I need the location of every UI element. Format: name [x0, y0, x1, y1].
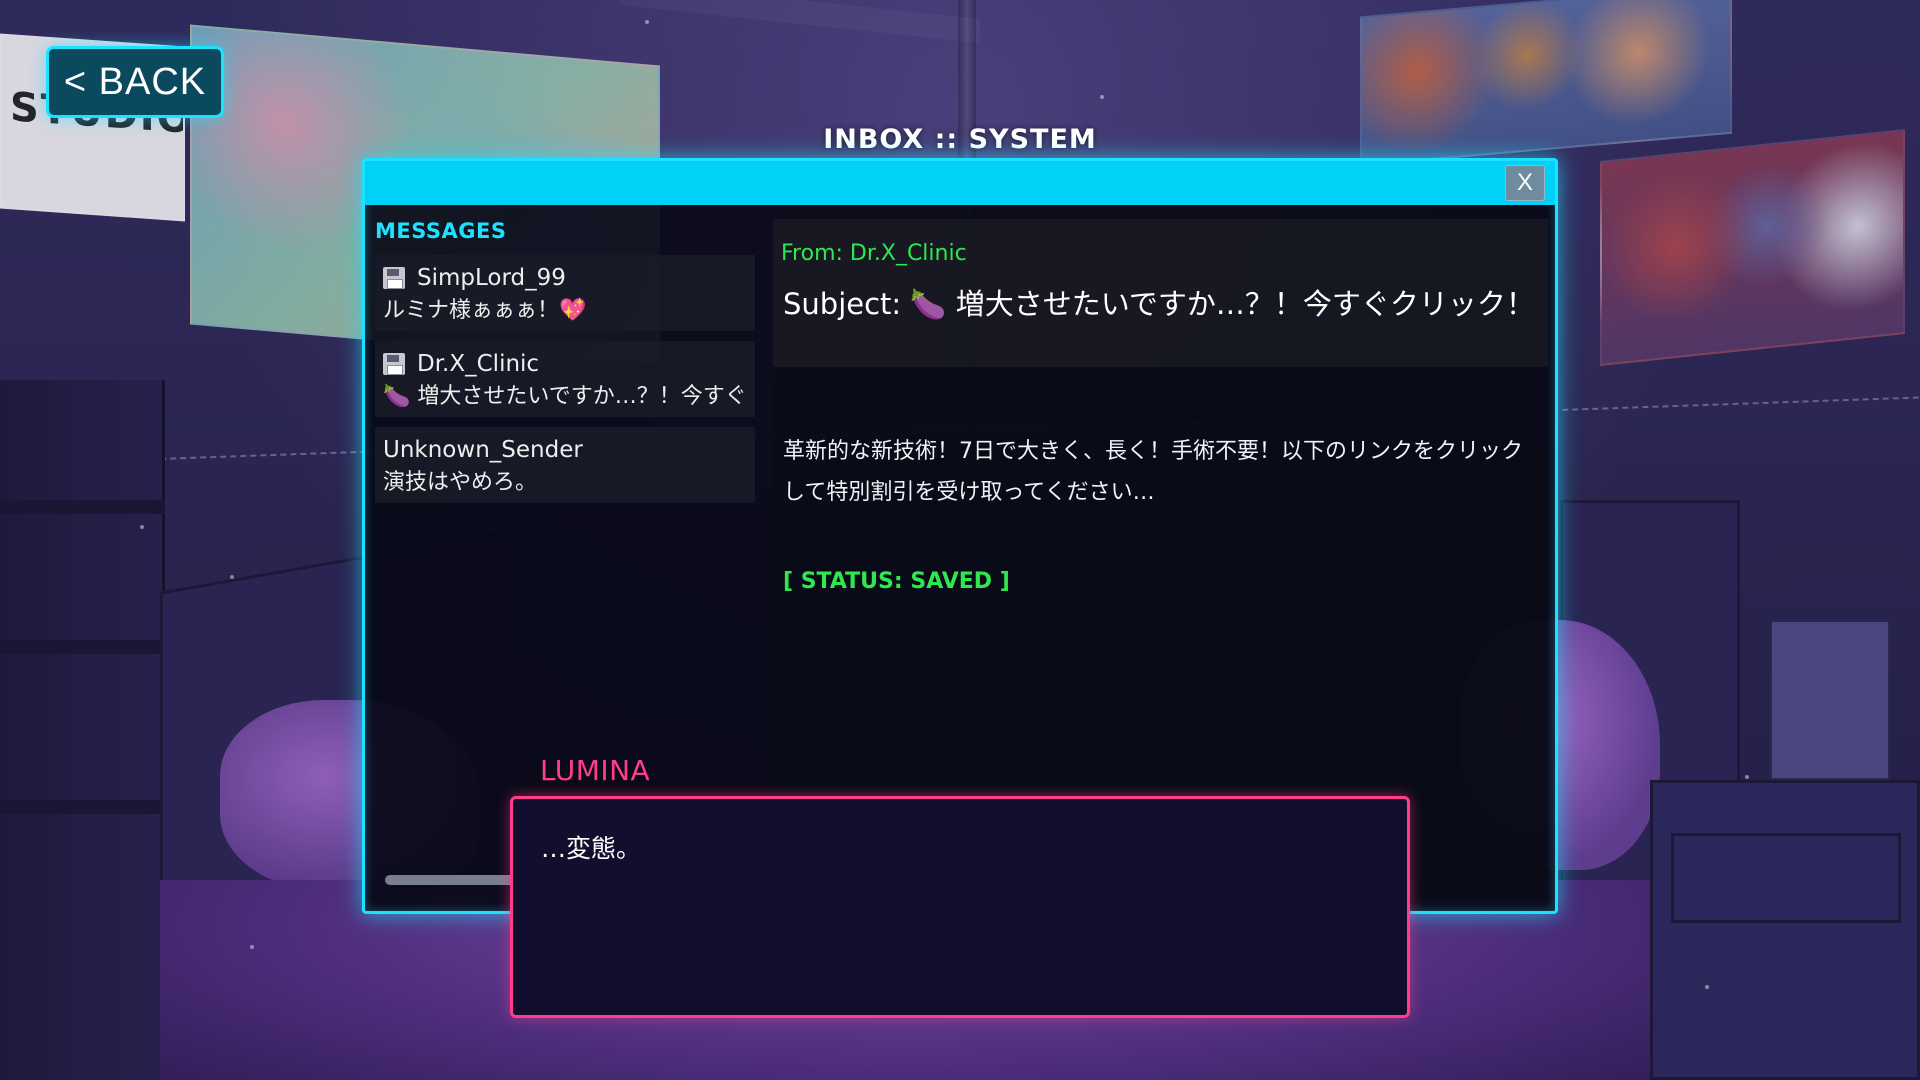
dialogue-text: …変態。 — [541, 834, 642, 863]
love-poster — [1600, 128, 1905, 367]
window-title-bar: X — [365, 161, 1555, 205]
message-header: From: Dr.X_Clinic Subject: 🍆 増大させたいですか…？… — [773, 219, 1548, 367]
bookshelf — [0, 380, 165, 1080]
ceiling-edge — [620, 0, 980, 43]
message-from: From: Dr.X_Clinic — [781, 241, 967, 266]
message-sender: Unknown_Sender — [383, 437, 583, 463]
message-item-drx-clinic[interactable]: Dr.X_Clinic 🍆 増大させたいですか…？！今すぐク — [375, 341, 755, 417]
save-icon — [383, 267, 405, 289]
message-preview: 演技はやめろ。 — [383, 470, 538, 495]
message-item-unknown-sender[interactable]: Unknown_Sender 演技はやめろ。 — [375, 427, 755, 503]
message-body: 革新的な新技術！7日で大きく、長く！手術不要！以下のリンクをクリックして特別割引… — [783, 439, 1523, 505]
close-button[interactable]: X — [1505, 165, 1545, 201]
save-icon — [383, 353, 405, 375]
message-preview: ルミナ様ぁぁぁ！💖 — [383, 298, 587, 323]
nightstand — [1650, 780, 1920, 1080]
window-title: INBOX :: SYSTEM — [823, 124, 1097, 155]
message-subject: Subject: 🍆 増大させたいですか…？！今すぐクリック！ — [783, 287, 1535, 321]
dialogue-box[interactable]: …変態。 — [510, 796, 1410, 1018]
message-preview: 🍆 増大させたいですか…？！今すぐク — [383, 384, 745, 409]
message-item-simplord[interactable]: SimpLord_99 ルミナ様ぁぁぁ！💖 — [375, 255, 755, 331]
dialogue-speaker: LUMINA — [540, 754, 651, 787]
messages-header: MESSAGES — [375, 219, 507, 243]
nightstand-box — [1770, 620, 1890, 780]
message-sender: Dr.X_Clinic — [417, 351, 540, 377]
message-status: [ STATUS: SAVED ] — [783, 569, 1010, 594]
back-button[interactable]: < BACK — [46, 46, 224, 118]
message-sender: SimpLord_99 — [417, 265, 566, 291]
